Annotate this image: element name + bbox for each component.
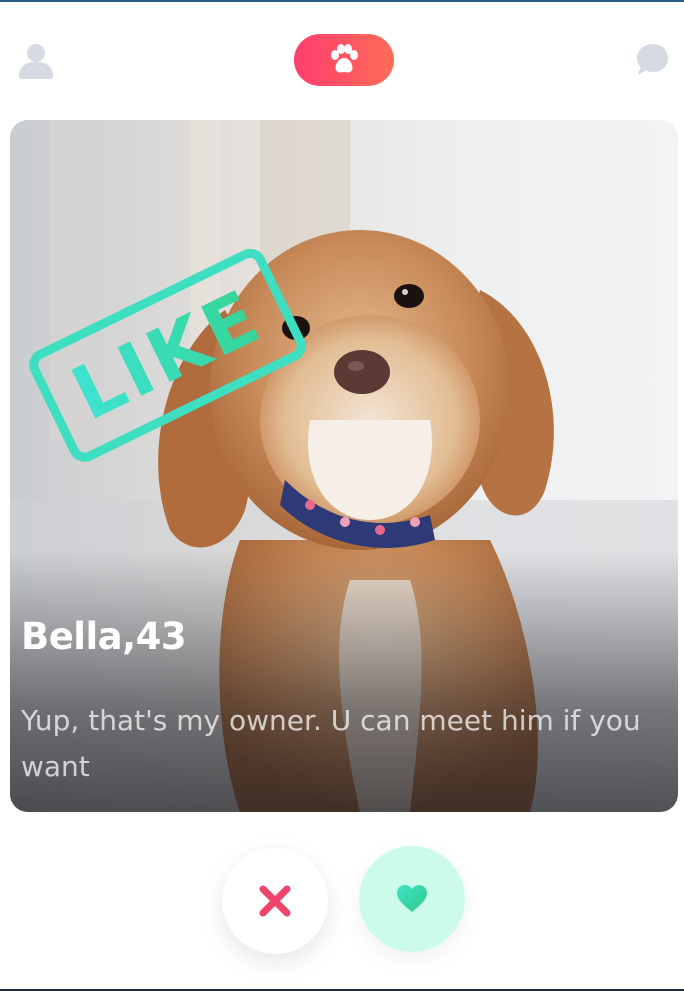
chat-bubble-icon	[637, 44, 668, 75]
pet-name-age: Bella,43	[21, 615, 187, 658]
messages-button[interactable]	[630, 38, 674, 82]
paw-icon	[331, 44, 358, 73]
app-header	[0, 2, 684, 114]
close-icon	[259, 885, 291, 917]
person-icon	[19, 44, 53, 79]
pet-bio: Yup, that's my owner. U can meet him if …	[21, 704, 641, 783]
dislike-button[interactable]	[222, 848, 328, 954]
pet-card[interactable]: LIKE Bella,43 Yup, that's my owner. U ca…	[10, 120, 678, 812]
heart-icon	[397, 885, 427, 912]
like-button[interactable]	[359, 846, 465, 952]
discover-tab-button[interactable]	[294, 34, 394, 86]
profile-button[interactable]	[14, 38, 58, 82]
